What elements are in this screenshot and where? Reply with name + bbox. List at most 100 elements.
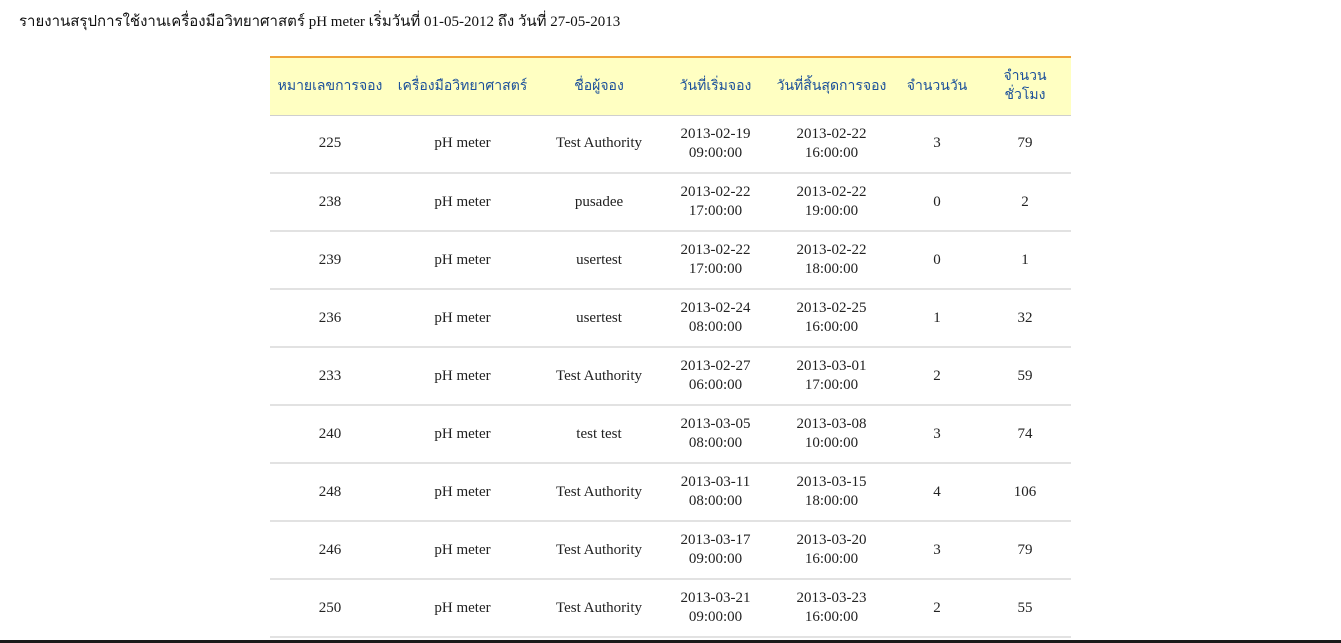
- end-date: 2013-03-08: [796, 416, 867, 432]
- start-datetime-cell: 2013-02-22 17:00:00: [663, 173, 768, 231]
- instrument-cell: pH meter: [434, 251, 491, 268]
- end-date: 2013-03-20: [796, 532, 867, 548]
- start-datetime-cell: 2013-02-24 08:00:00: [663, 289, 768, 347]
- hours-cell: 59: [1017, 367, 1033, 384]
- column-header-hours: จำนวนชั่วโมง: [979, 57, 1071, 116]
- instrument-cell: pH meter: [434, 367, 491, 384]
- start-time: 09:00:00: [688, 609, 743, 625]
- hours-cell: 74: [1017, 425, 1033, 442]
- table-row: 246 pH meter Test Authority 2013-03-17 09:00…: [270, 521, 1071, 579]
- start-time: 17:00:00: [688, 203, 743, 219]
- start-datetime-cell: 2013-03-05 08:00:00: [663, 405, 768, 463]
- hours-cell: 55: [1017, 599, 1033, 616]
- end-time: 10:00:00: [804, 435, 859, 451]
- instrument-cell: pH meter: [434, 425, 491, 442]
- booking-number-cell: 236: [318, 309, 342, 326]
- booker-name-cell: Test Authority: [555, 367, 643, 384]
- end-time: 16:00:00: [804, 609, 859, 625]
- start-time: 08:00:00: [688, 319, 743, 335]
- end-time: 16:00:00: [804, 319, 859, 335]
- hours-cell: 2: [1021, 193, 1029, 210]
- start-datetime-cell: 2013-02-27 06:00:00: [663, 347, 768, 405]
- end-datetime-cell: 2013-02-22 16:00:00: [768, 115, 895, 173]
- start-date: 2013-02-19: [680, 125, 751, 142]
- end-date: 2013-02-22: [796, 242, 867, 258]
- end-datetime-cell: 2013-03-15 18:00:00: [768, 463, 895, 521]
- table-header: หมายเลขการจอง เครื่องมือวิทยาศาสตร์ ชื่อ…: [270, 57, 1071, 116]
- table-row: 240 pH meter test test 2013-03-05 08:00:00 20…: [270, 405, 1071, 463]
- end-date: 2013-03-23: [796, 590, 867, 606]
- instrument-cell: pH meter: [434, 135, 491, 152]
- end-date: 2013-02-25: [796, 300, 867, 316]
- end-time: 16:00:00: [804, 144, 859, 161]
- table-row: 248 pH meter Test Authority 2013-03-11 08:00…: [270, 463, 1071, 521]
- start-date: 2013-03-21: [680, 590, 751, 606]
- header-row: หมายเลขการจอง เครื่องมือวิทยาศาสตร์ ชื่อ…: [270, 57, 1071, 116]
- end-date: 2013-02-22: [796, 125, 867, 142]
- hours-cell: 106: [1013, 483, 1037, 500]
- start-datetime-cell: 2013-03-17 09:00:00: [663, 521, 768, 579]
- end-datetime-cell: 2013-03-01 17:00:00: [768, 347, 895, 405]
- end-datetime-cell: 2013-02-22 19:00:00: [768, 173, 895, 231]
- start-date: 2013-02-22: [680, 242, 751, 258]
- hours-cell: 32: [1017, 309, 1033, 326]
- start-time: 06:00:00: [688, 377, 743, 393]
- booker-name-cell: Test Authority: [555, 599, 643, 616]
- start-date: 2013-02-27: [680, 358, 751, 374]
- hours-cell: 79: [1017, 135, 1033, 152]
- days-cell: 3: [933, 135, 941, 152]
- booker-name-cell: pusadee: [574, 193, 624, 210]
- booking-number-cell: 238: [318, 193, 342, 210]
- booker-name-cell: usertest: [576, 251, 622, 268]
- report-title: รายงานสรุปการใช้งานเครื่องมือวิทยาศาสตร์…: [19, 14, 621, 30]
- booker-name-cell: usertest: [576, 309, 622, 326]
- start-date: 2013-03-05: [680, 416, 751, 432]
- days-cell: 1: [933, 309, 941, 326]
- start-datetime-cell: 2013-03-11 08:00:00: [663, 463, 768, 521]
- table-row: 236 pH meter usertest 2013-02-24 08:00:00 201…: [270, 289, 1071, 347]
- days-cell: 3: [933, 541, 941, 558]
- end-datetime-cell: 2013-03-20 16:00:00: [768, 521, 895, 579]
- column-header-start-date: วันที่เริ่มจอง: [663, 57, 768, 116]
- booker-name-cell: Test Authority: [555, 483, 643, 500]
- hours-cell: 79: [1017, 541, 1033, 558]
- end-datetime-cell: 2013-02-25 16:00:00: [768, 289, 895, 347]
- booking-number-cell: 233: [318, 367, 342, 384]
- instrument-cell: pH meter: [434, 599, 491, 616]
- booking-number-cell: 250: [318, 599, 342, 616]
- booking-number-cell: 225: [318, 135, 342, 152]
- end-date: 2013-03-15: [796, 474, 867, 490]
- start-date: 2013-03-11: [680, 474, 751, 490]
- end-time: 18:00:00: [804, 261, 859, 277]
- column-header-days: จำนวนวัน: [895, 57, 979, 116]
- days-cell: 0: [933, 193, 941, 210]
- booking-number-cell: 248: [318, 483, 342, 500]
- days-cell: 0: [933, 251, 941, 268]
- column-header-booking-number: หมายเลขการจอง: [270, 57, 390, 116]
- start-time: 09:00:00: [688, 144, 743, 161]
- booking-summary-table-container: หมายเลขการจอง เครื่องมือวิทยาศาสตร์ ชื่อ…: [270, 56, 1071, 638]
- booking-summary-table: หมายเลขการจอง เครื่องมือวิทยาศาสตร์ ชื่อ…: [270, 56, 1071, 638]
- hours-cell: 1: [1021, 251, 1029, 268]
- booking-number-cell: 239: [318, 251, 342, 268]
- column-header-instrument: เครื่องมือวิทยาศาสตร์: [390, 57, 535, 116]
- table-row: 238 pH meter pusadee 2013-02-22 17:00:00 2013…: [270, 173, 1071, 231]
- start-datetime-cell: 2013-03-21 09:00:00: [663, 579, 768, 637]
- instrument-cell: pH meter: [434, 309, 491, 326]
- column-header-booker-name: ชื่อผู้จอง: [535, 57, 663, 116]
- end-time: 18:00:00: [804, 493, 859, 509]
- instrument-cell: pH meter: [434, 193, 491, 210]
- start-date: 2013-02-24: [680, 300, 751, 316]
- instrument-cell: pH meter: [434, 541, 491, 558]
- table-body: 225 pH meter Test Authority 2013-02-19 09:00…: [270, 115, 1071, 637]
- booking-number-cell: 246: [318, 541, 342, 558]
- end-datetime-cell: 2013-03-08 10:00:00: [768, 405, 895, 463]
- table-row: 233 pH meter Test Authority 2013-02-27 06:00…: [270, 347, 1071, 405]
- end-datetime-cell: 2013-02-22 18:00:00: [768, 231, 895, 289]
- instrument-cell: pH meter: [434, 483, 491, 500]
- days-cell: 4: [933, 483, 941, 500]
- start-time: 17:00:00: [688, 261, 743, 277]
- end-time: 17:00:00: [804, 377, 859, 393]
- end-time: 19:00:00: [804, 203, 859, 219]
- column-header-end-date: วันที่สิ้นสุดการจอง: [768, 57, 895, 116]
